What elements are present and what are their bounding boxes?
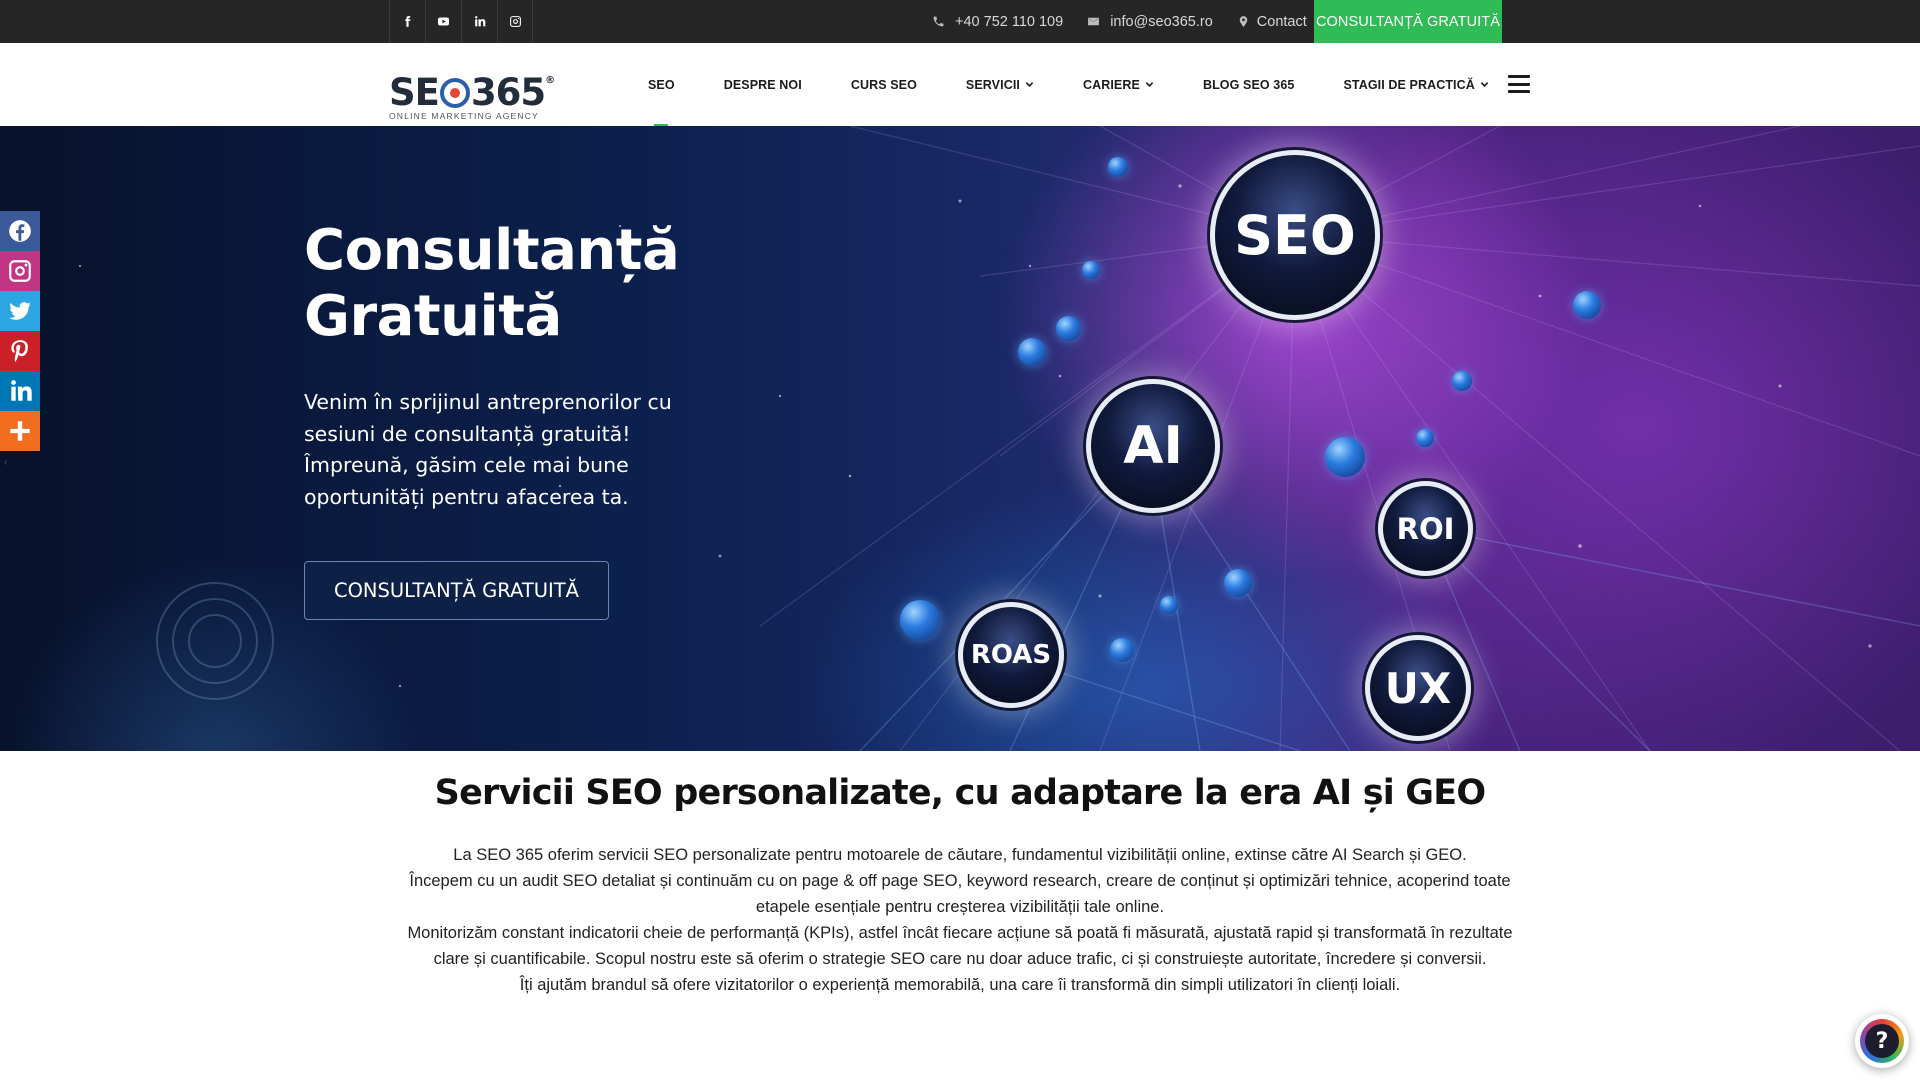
instagram-icon [509, 16, 521, 27]
decorative-sphere [900, 600, 940, 640]
orb-ux: UX [1365, 635, 1471, 741]
decorative-sphere [1452, 371, 1472, 391]
decorative-sphere [1573, 291, 1601, 319]
decorative-sphere [1108, 157, 1128, 177]
hamburger-menu-icon[interactable] [1508, 75, 1530, 93]
facebook-link[interactable] [389, 0, 425, 43]
hide-sharebar-chevron-icon[interactable]: ‹ [4, 457, 14, 468]
free-consultation-top-button[interactable]: CONSULTANȚĂ GRATUITĂ [1314, 0, 1502, 43]
decorative-sphere [1325, 437, 1365, 477]
share-facebook-button[interactable] [0, 211, 40, 251]
nav-label: SERVICII [965, 77, 1020, 92]
linkedin-link[interactable] [461, 0, 497, 43]
hero-title-line-1: Consultanță [304, 218, 680, 283]
hero-banner: SEO AI ROI ROAS UX Consultanță Gratuită … [0, 126, 1920, 751]
email-link[interactable]: info@seo365.ro [1087, 14, 1213, 30]
hero-description: Venim în sprijinul antreprenorilor cu se… [304, 390, 672, 509]
logo-target-icon [439, 78, 470, 108]
share-more-button[interactable] [0, 411, 40, 451]
orb-ai: AI [1086, 379, 1220, 513]
top-social-links [389, 0, 533, 43]
nav-item-despre-noi[interactable]: DESPRE NOI [724, 43, 802, 126]
orb-roas: ROAS [958, 602, 1064, 708]
site-logo[interactable]: SE 365® ONLINE MARKETING AGENCY [389, 61, 564, 122]
decorative-sphere [1224, 569, 1252, 597]
orb-roi: ROI [1378, 481, 1473, 576]
nav-label: STAGII DE PRACTICĂ [1343, 77, 1475, 92]
services-section-title: Servicii SEO personalizate, cu adaptare … [434, 773, 1486, 813]
map-marker-icon [1239, 16, 1248, 27]
help-chat-button[interactable]: ? [1855, 1014, 1909, 1068]
question-mark-icon: ? [1865, 1024, 1899, 1058]
pinterest-icon [11, 340, 28, 362]
chevron-down-icon [1145, 82, 1154, 87]
orb-seo: SEO [1210, 150, 1380, 320]
free-consultation-hero-button[interactable]: CONSULTANȚĂ GRATUITĂ [304, 561, 609, 620]
logo-mark: SE 365® [389, 71, 555, 114]
services-paragraph: Îți ajutăm brandul să ofere vizitatorilo… [519, 976, 1401, 994]
hero-title: Consultanță Gratuită [304, 218, 680, 350]
services-paragraph: Începem cu un audit SEO detaliat și cont… [409, 872, 1511, 916]
contact-link[interactable]: Contact [1237, 14, 1307, 30]
decorative-sphere [1416, 429, 1434, 447]
share-pinterest-button[interactable] [0, 331, 40, 371]
instagram-icon [9, 260, 31, 282]
contact-label: Contact [1256, 13, 1307, 30]
email-address: info@seo365.ro [1110, 13, 1213, 30]
nav-label: DESPRE NOI [723, 77, 802, 92]
nav-item-seo[interactable]: SEO [648, 43, 675, 126]
social-share-bar: ‹ [0, 211, 40, 468]
main-navigation: SEO DESPRE NOI CURS SEO SERVICII CARIERE… [648, 43, 1538, 126]
top-contact-info: +40 752 110 109 info@seo365.ro Contact [932, 0, 1307, 43]
phone-number: +40 752 110 109 [955, 13, 1064, 30]
youtube-icon [437, 17, 450, 26]
main-header: SE 365® ONLINE MARKETING AGENCY SEO DESPR… [0, 43, 1920, 126]
logo-tagline: ONLINE MARKETING AGENCY [389, 111, 539, 121]
nav-label: BLOG SEO 365 [1202, 77, 1295, 92]
facebook-icon [9, 220, 31, 242]
top-bar: +40 752 110 109 info@seo365.ro Contact C… [0, 0, 1920, 43]
services-paragraph: La SEO 365 oferim servicii SEO personali… [453, 846, 1467, 864]
linkedin-icon [475, 16, 486, 27]
phone-icon [933, 16, 944, 27]
share-instagram-button[interactable] [0, 251, 40, 291]
chevron-down-icon [1025, 82, 1034, 87]
services-paragraph: Monitorizăm constant indicatorii cheie d… [407, 924, 1513, 968]
services-section-body: La SEO 365 oferim servicii SEO personali… [388, 842, 1532, 998]
nav-label: SEO [648, 77, 675, 92]
plus-icon [10, 421, 30, 441]
nav-item-cariere[interactable]: CARIERE [1083, 43, 1154, 126]
nav-label: CURS SEO [850, 77, 917, 92]
decorative-sphere [1018, 338, 1046, 366]
facebook-icon [405, 16, 411, 27]
hero-title-line-2: Gratuită [304, 284, 562, 349]
help-ring: ? [1860, 1019, 1904, 1063]
share-linkedin-button[interactable] [0, 371, 40, 411]
nav-label: CARIERE [1082, 77, 1140, 92]
chevron-down-icon [1480, 82, 1489, 87]
decorative-sphere [1160, 596, 1178, 614]
linkedin-icon [11, 380, 32, 401]
phone-link[interactable]: +40 752 110 109 [932, 14, 1063, 30]
nav-item-stagii[interactable]: STAGII DE PRACTICĂ [1343, 43, 1489, 126]
twitter-icon [9, 302, 31, 320]
nav-item-curs-seo[interactable]: CURS SEO [851, 43, 917, 126]
share-twitter-button[interactable] [0, 291, 40, 331]
youtube-link[interactable] [425, 0, 461, 43]
decorative-sphere [1082, 261, 1100, 279]
nav-item-servicii[interactable]: SERVICII [966, 43, 1034, 126]
decorative-sphere [1110, 638, 1134, 662]
decorative-sphere [1056, 316, 1081, 341]
envelope-icon [1088, 17, 1100, 26]
nav-item-blog[interactable]: BLOG SEO 365 [1203, 43, 1295, 126]
instagram-link[interactable] [497, 0, 533, 43]
